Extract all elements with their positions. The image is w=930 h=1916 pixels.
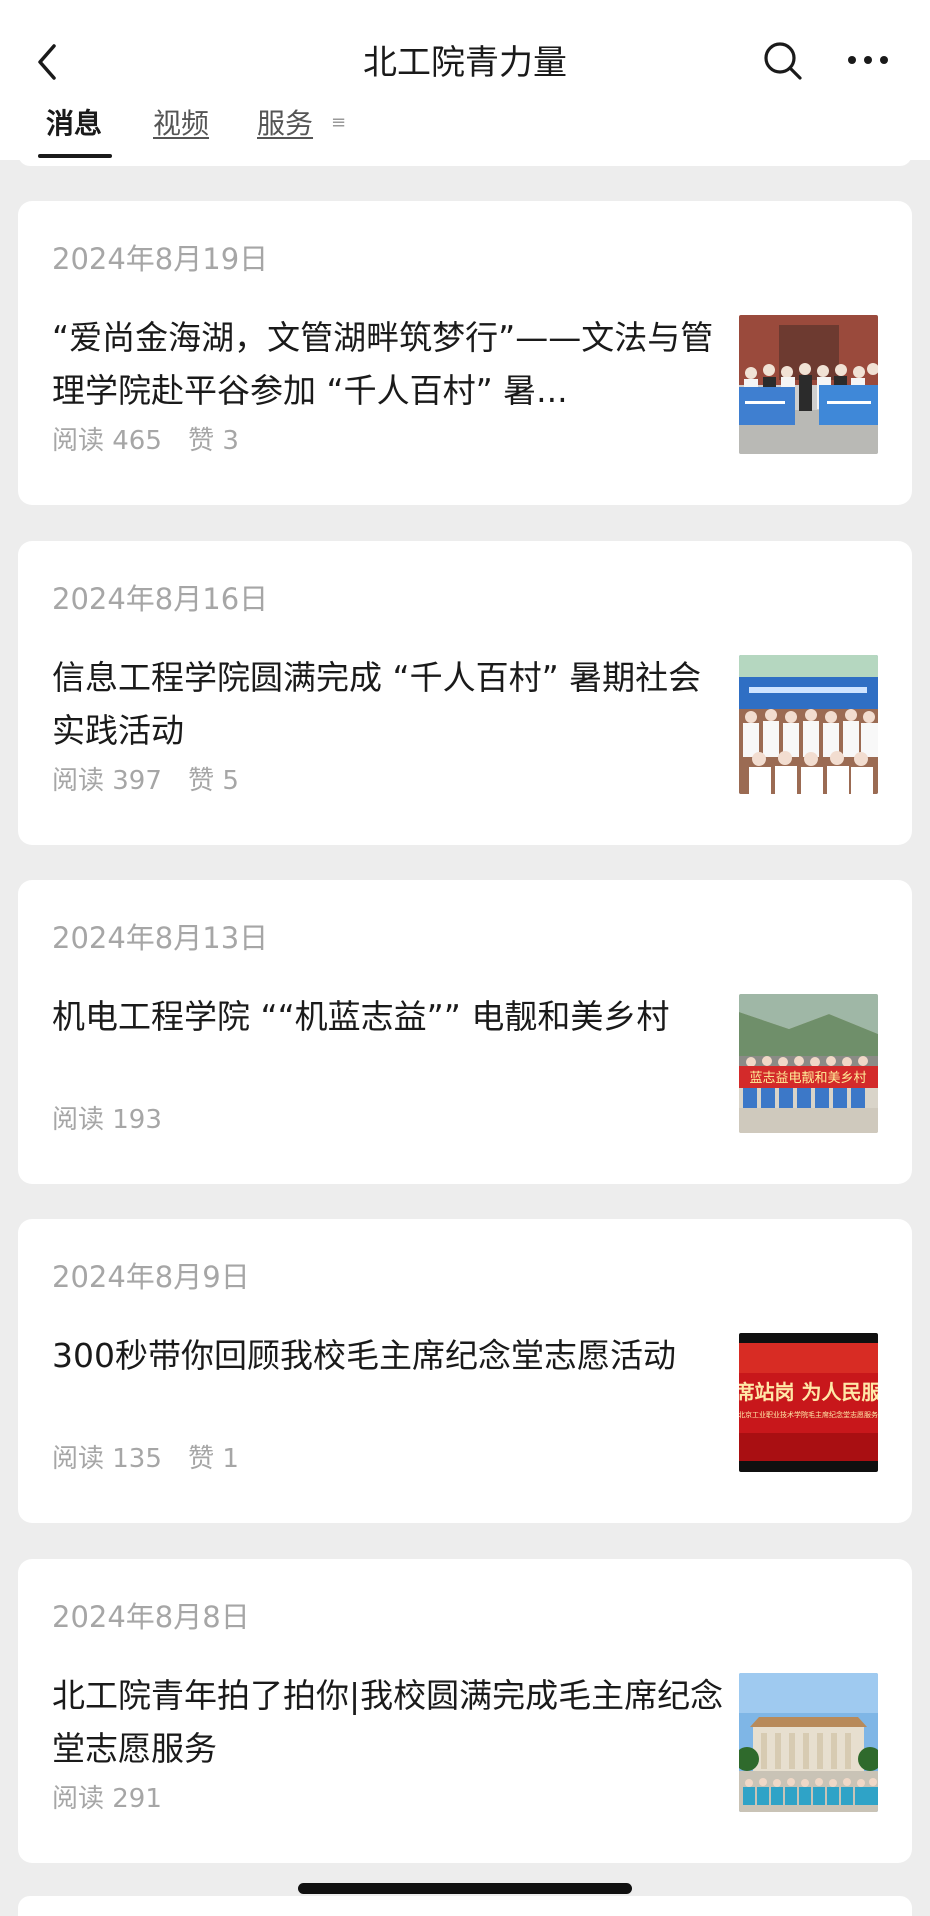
article-thumbnail[interactable] <box>739 1673 878 1812</box>
article-date: 2024年8月9日 <box>52 1260 250 1294</box>
article-stats: 阅读 465 赞 3 <box>52 423 239 459</box>
article-title[interactable]: 信息工程学院圆满完成 “千人百村” 暑期社会实践活动 <box>52 651 732 757</box>
thumbnail-cover-subtext: 北京工业职业技术学院毛主席纪念堂志愿服务 <box>739 1410 878 1419</box>
article-stats: 阅读 291 <box>52 1781 162 1817</box>
more-button[interactable] <box>846 48 890 72</box>
article-title[interactable]: 北工院青年拍了拍你|我校圆满完成毛主席纪念堂志愿服务 <box>52 1669 732 1775</box>
article-date: 2024年8月16日 <box>52 582 269 616</box>
article-date: 2024年8月19日 <box>52 242 269 276</box>
article-card[interactable]: 2024年8月16日 信息工程学院圆满完成 “千人百村” 暑期社会实践活动 阅读… <box>18 541 912 845</box>
article-date: 2024年8月8日 <box>52 1600 250 1634</box>
search-button[interactable] <box>762 40 804 82</box>
article-title[interactable]: 机电工程学院 ““机蓝志益”” 电靓和美乡村 <box>52 990 732 1043</box>
article-stats: 阅读 397 赞 5 <box>52 763 239 799</box>
read-count: 阅读 291 <box>52 1784 162 1814</box>
article-card[interactable]: 2024年8月8日 北工院青年拍了拍你|我校圆满完成毛主席纪念堂志愿服务 阅读 … <box>18 1559 912 1863</box>
read-count: 阅读 135 <box>52 1444 162 1474</box>
article-thumbnail[interactable] <box>739 315 878 454</box>
services-menu-icon[interactable]: ≡ <box>331 112 346 133</box>
home-indicator[interactable] <box>298 1883 632 1894</box>
article-card[interactable]: 2024年8月9日 300秒带你回顾我校毛主席纪念堂志愿活动 阅读 135 赞 … <box>18 1219 912 1523</box>
read-count: 阅读 193 <box>52 1105 162 1135</box>
tab-videos[interactable]: 视频 <box>153 104 209 144</box>
like-count: 赞 5 <box>188 766 239 796</box>
thumbnail-banner-text: 蓝志益电靓和美乡村 <box>749 1071 866 1086</box>
active-tab-indicator <box>38 154 112 158</box>
article-card[interactable]: 2024年8月19日 “爱尚金海湖，文管湖畔筑梦行”——文法与管理学院赴平谷参加… <box>18 201 912 505</box>
tab-services[interactable]: 服务 <box>257 104 313 144</box>
article-card[interactable]: 2024年8月13日 机电工程学院 ““机蓝志益”” 电靓和美乡村 阅读 193… <box>18 880 912 1184</box>
article-date: 2024年8月13日 <box>52 921 269 955</box>
search-icon <box>764 42 802 80</box>
article-stats: 阅读 135 赞 1 <box>52 1441 239 1477</box>
article-thumbnail[interactable] <box>739 655 878 794</box>
read-count: 阅读 465 <box>52 426 162 456</box>
article-thumbnail[interactable]: 席站岗 为人民服 北京工业职业技术学院毛主席纪念堂志愿服务 <box>739 1333 878 1472</box>
like-count: 赞 3 <box>188 426 239 456</box>
top-bar: 北工院青力量 消息 视频 服务 ≡ <box>0 0 930 160</box>
thumbnail-cover-text: 席站岗 为人民服 <box>739 1380 878 1404</box>
article-title[interactable]: “爱尚金海湖，文管湖畔筑梦行”——文法与管理学院赴平谷参加 “千人百村” 暑..… <box>52 311 732 417</box>
article-thumbnail[interactable]: 蓝志益电靓和美乡村 <box>739 994 878 1133</box>
read-count: 阅读 397 <box>52 766 162 796</box>
tab-bar: 消息 视频 服务 ≡ <box>0 104 930 160</box>
article-title[interactable]: 300秒带你回顾我校毛主席纪念堂志愿活动 <box>52 1329 732 1382</box>
tab-messages[interactable]: 消息 <box>46 104 102 144</box>
more-horizontal-icon <box>848 56 888 64</box>
like-count: 赞 1 <box>188 1444 239 1474</box>
next-article-card[interactable] <box>18 1896 912 1916</box>
article-stats: 阅读 193 <box>52 1102 162 1138</box>
